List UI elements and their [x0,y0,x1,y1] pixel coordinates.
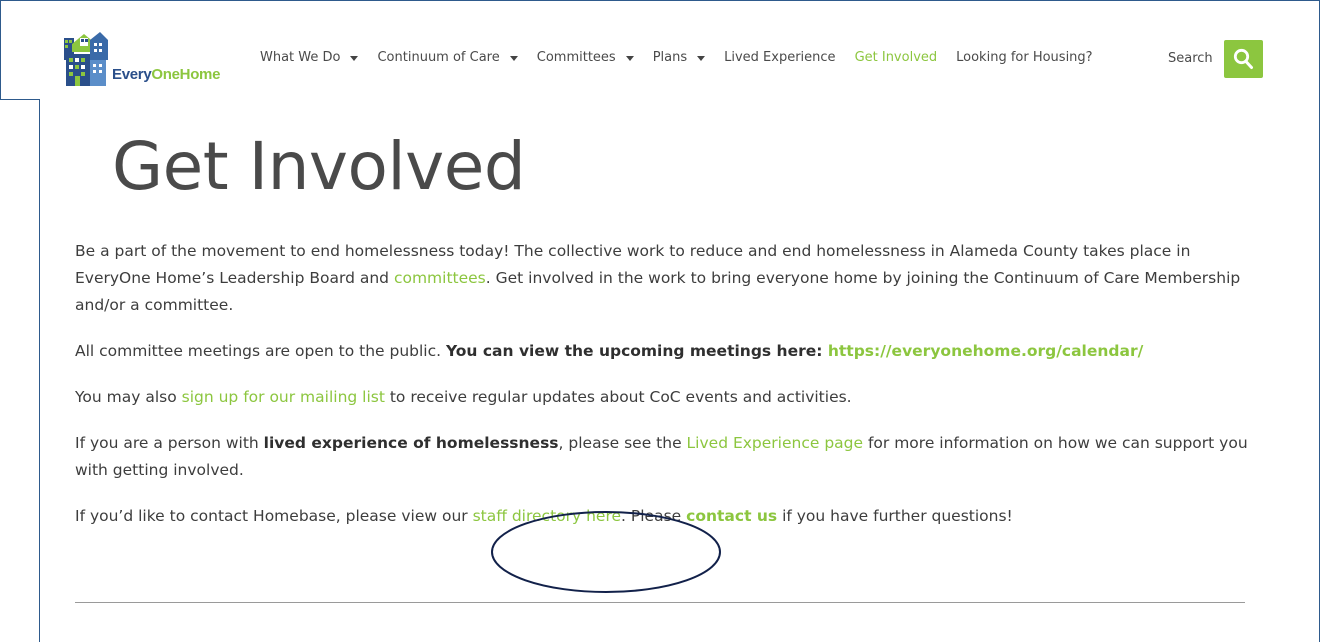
lived-experience-page-link[interactable]: Lived Experience page [687,434,864,452]
logo-word-every: Every [112,66,152,83]
intro-paragraph: Be a part of the movement to end homeles… [75,238,1255,319]
nav-item-continuum-of-care[interactable]: Continuum of Care [377,50,518,65]
chevron-down-icon [509,55,518,61]
lived-experience-paragraph: If you are a person with lived experienc… [75,430,1255,484]
chevron-down-icon [350,55,359,61]
logo-word-one: One [151,66,180,83]
nav-item-committees[interactable]: Committees [537,50,634,65]
calendar-link[interactable]: https://everyonehome.org/calendar/ [828,342,1143,360]
mailing-list-paragraph: You may also sign up for our mailing lis… [75,384,1255,411]
nav-item-label: Looking for Housing? [956,50,1093,65]
chevron-down-icon [697,55,706,61]
chevron-down-icon [625,55,634,61]
meetings-bold-text: You can view the upcoming meetings here: [445,342,828,360]
text: to receive regular updates about CoC eve… [384,388,852,406]
text: You may also [75,388,182,406]
nav-item-label: Plans [652,50,688,65]
nav-item-label: What We Do [260,50,341,65]
nav-item-label: Get Involved [854,50,938,65]
logo-wordmark: EveryOneHome [112,66,220,83]
annotation-ellipse [491,511,721,593]
content-divider [75,602,1245,603]
lived-experience-bold-text: lived experience of homelessness [263,434,559,452]
annotation-frame-right [1319,0,1320,642]
nav-item-lived-experience[interactable]: Lived Experience [724,50,835,65]
annotation-frame-left-upper [0,0,1,99]
nav-item-what-we-do[interactable]: What We Do [260,50,359,65]
text: , please see the [558,434,687,452]
nav-item-label: Committees [536,50,616,65]
nav-item-label: Continuum of Care [377,50,500,65]
page-title: Get Involved [112,128,526,205]
nav-item-label: Lived Experience [724,50,836,65]
annotation-frame-step [0,99,40,100]
search-label[interactable]: Search [1168,51,1213,66]
text: if you have further questions! [777,507,1013,525]
page-content: Be a part of the movement to end homeles… [75,238,1255,549]
nav-item-get-involved[interactable]: Get Involved [855,50,938,65]
committees-link[interactable]: committees [394,269,486,287]
nav-item-looking-for-housing[interactable]: Looking for Housing? [956,50,1092,65]
main-navigation: What We Do Continuum of Care Committees … [260,50,1112,65]
text: If you are a person with [75,434,264,452]
mailing-list-link[interactable]: sign up for our mailing list [182,388,385,406]
text: All committee meetings are open to the p… [75,342,446,360]
logo-word-home: Home [179,66,221,83]
text: If you’d like to contact Homebase, pleas… [75,507,473,525]
meetings-paragraph: All committee meetings are open to the p… [75,338,1255,365]
annotation-frame-top [0,0,1319,1]
nav-item-plans[interactable]: Plans [652,50,706,65]
search-button[interactable] [1224,40,1263,78]
everyone-home-logo[interactable]: EveryOneHome [62,30,232,90]
search-icon [1233,48,1253,69]
annotation-frame-left-lower [39,99,40,642]
houses-logo-icon [64,32,108,86]
